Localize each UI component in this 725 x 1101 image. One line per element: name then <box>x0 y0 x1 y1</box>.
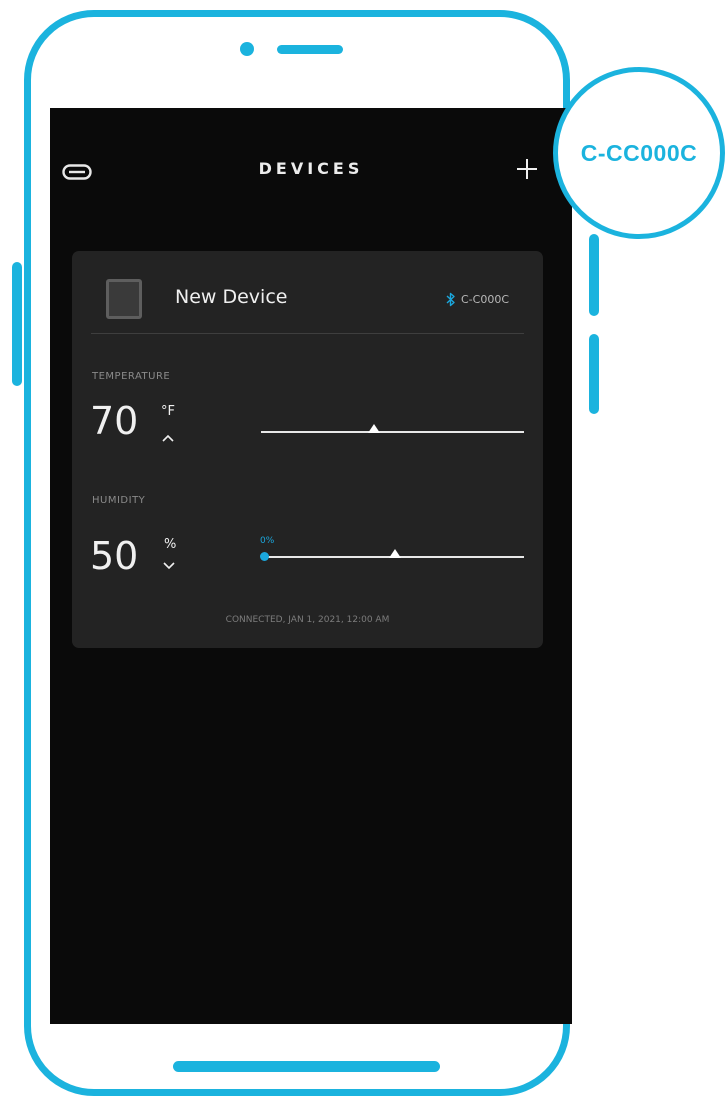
speaker-bar <box>277 45 343 54</box>
humidity-min-label: 0% <box>260 536 275 546</box>
camera-dot <box>240 42 254 56</box>
connection-status: CONNECTED, JAN 1, 2021, 12:00 AM <box>225 615 390 625</box>
page-title: DEVICES <box>258 159 364 178</box>
divider <box>91 333 524 334</box>
temperature-value: 70 <box>90 399 139 443</box>
device-thumbnail-icon <box>106 279 142 319</box>
device-name: New Device <box>175 286 288 308</box>
bluetooth-device-id: C-C000C <box>461 292 510 306</box>
chevron-up-icon[interactable] <box>161 433 175 443</box>
device-card[interactable]: New Device C-C000C TEMPERATURE 70 °F HUM… <box>72 251 543 648</box>
add-device-button[interactable] <box>514 156 540 182</box>
humidity-slider-start-handle[interactable] <box>260 552 269 561</box>
humidity-label: HUMIDITY <box>92 495 146 506</box>
humidity-value: 50 <box>90 534 139 578</box>
bluetooth-status: C-C000C <box>446 291 509 307</box>
temperature-label: TEMPERATURE <box>92 371 171 382</box>
device-id-badge-text: C-CC000C <box>580 139 698 166</box>
bluetooth-icon <box>446 292 455 306</box>
app-screen: DEVICES New Device C-C000C TEMPERATURE 7… <box>50 108 572 1024</box>
temperature-slider-track[interactable] <box>261 431 524 433</box>
temperature-unit: °F <box>161 404 175 419</box>
phone-volume-button <box>12 262 22 386</box>
humidity-slider-thumb[interactable] <box>388 549 401 558</box>
phone-side-button-upper <box>589 234 599 316</box>
humidity-unit: % <box>164 537 177 552</box>
home-indicator <box>173 1061 440 1072</box>
phone-side-button-lower <box>589 334 599 414</box>
temperature-slider-thumb[interactable] <box>368 424 381 433</box>
device-id-badge: C-CC000C <box>553 67 725 239</box>
chevron-down-icon[interactable] <box>162 560 176 570</box>
